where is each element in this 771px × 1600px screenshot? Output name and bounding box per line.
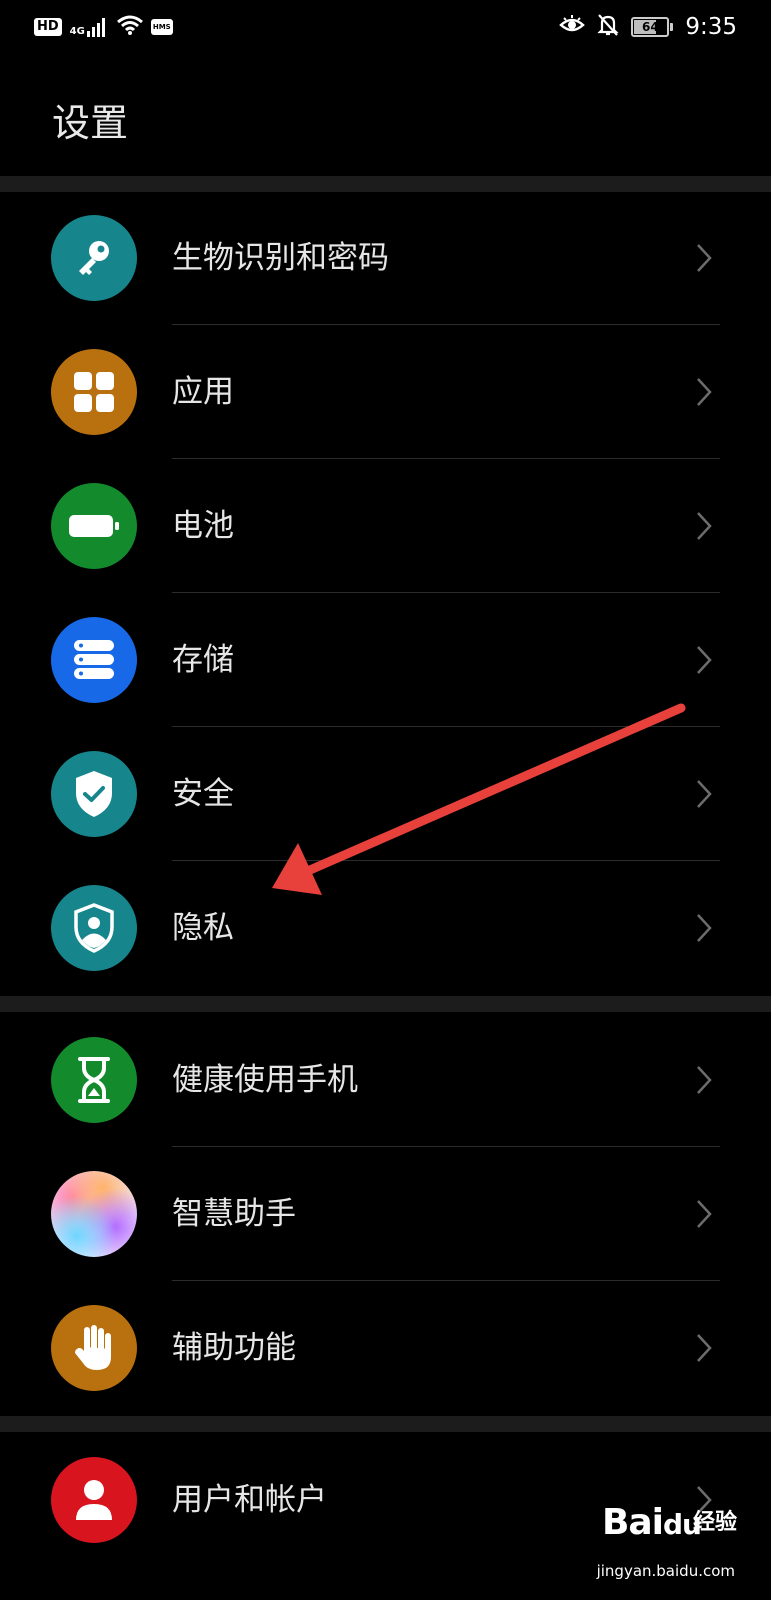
settings-item-label: 安全 [172,776,234,812]
hd-indicator: HD [34,18,62,36]
key-icon [51,215,137,301]
hourglass-icon [51,1037,137,1123]
watermark-url: jingyan.baidu.com [596,1562,735,1580]
chevron-right-icon [697,244,712,272]
watermark-brand: Baidu [601,1502,702,1543]
clock: 9:35 [685,14,737,40]
group-divider [0,1416,771,1432]
settings-item-security[interactable]: 安全 [0,727,771,861]
assistant-orb-icon [51,1171,137,1257]
settings-item-privacy[interactable]: 隐私 [0,861,771,995]
battery-status-icon: 64 [631,17,674,37]
battery-icon [51,483,137,569]
settings-item-label: 智慧助手 [172,1196,296,1232]
settings-item-label: 应用 [172,374,234,410]
chevron-right-icon [697,780,712,808]
mute-bell-icon [597,13,619,41]
privacy-shield-icon [51,885,137,971]
group-divider [0,176,771,192]
eye-comfort-icon [559,15,586,39]
settings-item-digital-balance[interactable]: 健康使用手机 [0,1013,771,1147]
settings-item-smart-assistant[interactable]: 智慧助手 [0,1147,771,1281]
baidu-jingyan-watermark: Baidu 经验 jingyan.baidu.com [547,1502,737,1580]
page-title: 设置 [52,101,129,145]
watermark-name: 经验 [692,1510,737,1535]
settings-item-label: 生物识别和密码 [172,240,389,276]
chevron-right-icon [697,378,712,406]
wifi-icon [116,14,143,40]
settings-item-label: 用户和帐户 [172,1482,327,1518]
chevron-right-icon [697,914,712,942]
settings-item-battery[interactable]: 电池 [0,459,771,593]
chevron-right-icon [697,646,712,674]
network-type: 4G [69,26,85,37]
hand-icon [51,1305,137,1391]
apps-grid-icon [51,349,137,435]
chevron-right-icon [697,512,712,540]
settings-item-biometrics[interactable]: 生物识别和密码 [0,191,771,325]
group-divider [0,996,771,1012]
status-bar: HD 4G HMS 64 9:35 [0,0,771,58]
storage-icon [51,617,137,703]
battery-level: 64 [641,20,659,34]
settings-item-label: 辅助功能 [172,1330,296,1366]
settings-item-storage[interactable]: 存储 [0,593,771,727]
hms-indicator: HMS [150,19,173,35]
signal-icon: 4G [70,17,109,37]
settings-item-label: 健康使用手机 [172,1062,358,1098]
settings-item-label: 存储 [172,642,234,678]
chevron-right-icon [697,1066,712,1094]
settings-item-label: 隐私 [172,910,234,946]
settings-item-label: 电池 [172,508,234,544]
settings-item-accessibility[interactable]: 辅助功能 [0,1281,771,1415]
chevron-right-icon [697,1334,712,1362]
settings-item-apps[interactable]: 应用 [0,325,771,459]
shield-check-icon [51,751,137,837]
user-icon [51,1457,137,1543]
chevron-right-icon [697,1200,712,1228]
